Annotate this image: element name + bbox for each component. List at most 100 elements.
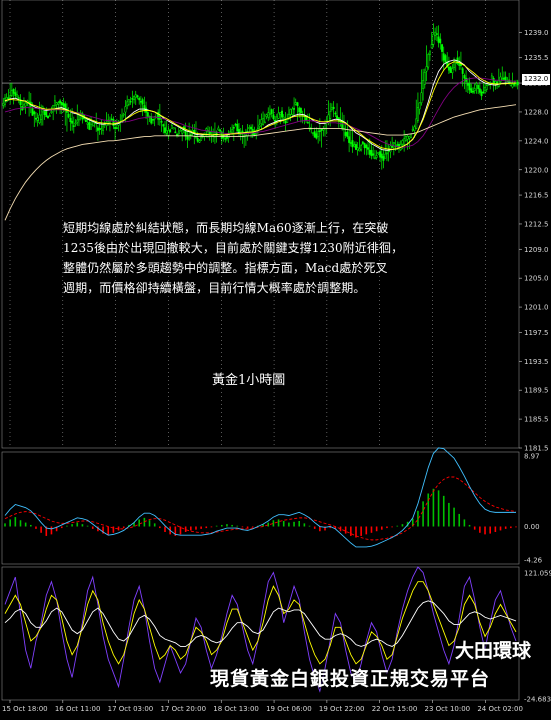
candle-body (410, 133, 413, 139)
candle-body (35, 117, 37, 120)
candle-body (451, 68, 454, 74)
candle-body (494, 81, 497, 84)
analysis-line-4: 週期，而價格卻持續橫盤，目前行情大概率處於調整期。 (63, 281, 366, 295)
candle-body (482, 91, 485, 94)
y-tick-label: 1224.0 (524, 137, 549, 145)
candle-body (14, 92, 17, 96)
candle-body (22, 104, 25, 108)
candle-body (155, 113, 158, 118)
analysis-note: 短期均線處於糾結狀態，而長期均線Ma60逐漸上行，在突破 1235後由於出現回撤… (63, 218, 483, 298)
candle-body (129, 100, 132, 103)
candle-body (293, 108, 296, 110)
candle-body (258, 124, 261, 127)
candle-body (50, 111, 53, 113)
candle-body (492, 77, 495, 84)
candle-body (275, 116, 278, 121)
candle-body (24, 102, 27, 107)
candle-body (348, 136, 351, 143)
candle-body (386, 152, 388, 155)
candle-body (176, 133, 178, 136)
candle-body (351, 140, 354, 148)
macd-y-tick-label: 8.97 (524, 453, 540, 461)
candle-body (392, 142, 395, 145)
gold-1h-chart: 1239.0 1235.5 1232.0 1228.0 1224.0 1220.0 1216… (0, 0, 551, 720)
candle-body (126, 101, 129, 106)
candle-body (430, 44, 433, 49)
candle-body (217, 127, 220, 131)
candle-body (368, 149, 371, 155)
oscillator-y-tick-label: 121.059 (524, 570, 551, 578)
candle-body (167, 130, 170, 136)
candle-body (363, 143, 366, 148)
candle-body (40, 114, 43, 120)
candle-body (186, 135, 189, 140)
candle-body (256, 127, 259, 130)
candle-body (69, 118, 72, 122)
candle-body (284, 120, 287, 124)
candle-body (413, 126, 416, 131)
candle-body (53, 100, 56, 106)
candle-body (172, 127, 175, 130)
candle-body (57, 102, 60, 105)
candle-body (406, 135, 409, 140)
x-tick-label: 24 Oct 02:00 (477, 705, 523, 713)
candle-body (473, 88, 476, 91)
candle-body (289, 109, 292, 115)
candle-body (403, 138, 406, 146)
candle-body (229, 131, 232, 133)
candle-body (442, 53, 445, 61)
candle-body (96, 127, 99, 131)
candle-body (72, 125, 75, 127)
candle-body (423, 72, 426, 85)
candle-body (281, 110, 283, 118)
candle-body (367, 147, 369, 150)
x-tick-label: 19 Oct 06:00 (266, 705, 312, 713)
candle-body (160, 121, 163, 123)
candle-body (415, 118, 418, 129)
chart-background (0, 0, 551, 720)
y-tick-label: 1209.0 (524, 246, 549, 254)
candle-body (196, 137, 199, 142)
candle-body (437, 36, 440, 43)
candle-body (317, 131, 320, 137)
candle-body (164, 127, 166, 133)
candle-body (31, 108, 34, 116)
analysis-line-2: 1235後由於出現回撤較大，目前處於關鍵支撐1230附近徘徊， (63, 241, 404, 255)
candle-body (468, 83, 471, 91)
oscillator-y-tick-label: -24.6836 (524, 696, 551, 704)
candle-body (17, 97, 20, 99)
candle-body (219, 129, 222, 132)
macd-y-tick-label: 0.00 (524, 523, 540, 531)
candle-body (503, 77, 505, 80)
candle-body (384, 153, 387, 159)
candle-body (470, 88, 473, 93)
candle-body (272, 114, 275, 119)
candle-body (370, 150, 373, 157)
candle-body (9, 95, 12, 99)
y-tick-label: 1220.0 (524, 166, 549, 174)
candle-body (375, 155, 378, 158)
candle-body (404, 136, 407, 141)
chart-title: 黃金1小時圖 (212, 373, 286, 388)
candle-body (432, 34, 435, 45)
candle-body (332, 106, 335, 109)
y-tick-label: 1228.0 (524, 108, 549, 116)
candle-body (67, 113, 70, 118)
candle-body (365, 144, 368, 149)
candle-body (55, 102, 58, 105)
candle-body (36, 117, 39, 121)
candle-body (114, 127, 117, 129)
candle-body (408, 136, 411, 139)
y-tick-label: 1197.5 (524, 329, 549, 337)
candle-body (298, 107, 301, 113)
candle-body (248, 127, 251, 129)
candle-body (313, 131, 316, 138)
candle-body (447, 66, 450, 71)
candle-body (98, 128, 101, 130)
candle-body (429, 50, 431, 55)
candle-body (291, 108, 294, 115)
candle-body (299, 108, 302, 114)
analysis-line-3: 整體仍然屬於多頭趨勢中的調整。指標方面，Macd處於死叉 (63, 261, 388, 275)
candle-body (377, 152, 380, 155)
candle-body (43, 111, 46, 115)
